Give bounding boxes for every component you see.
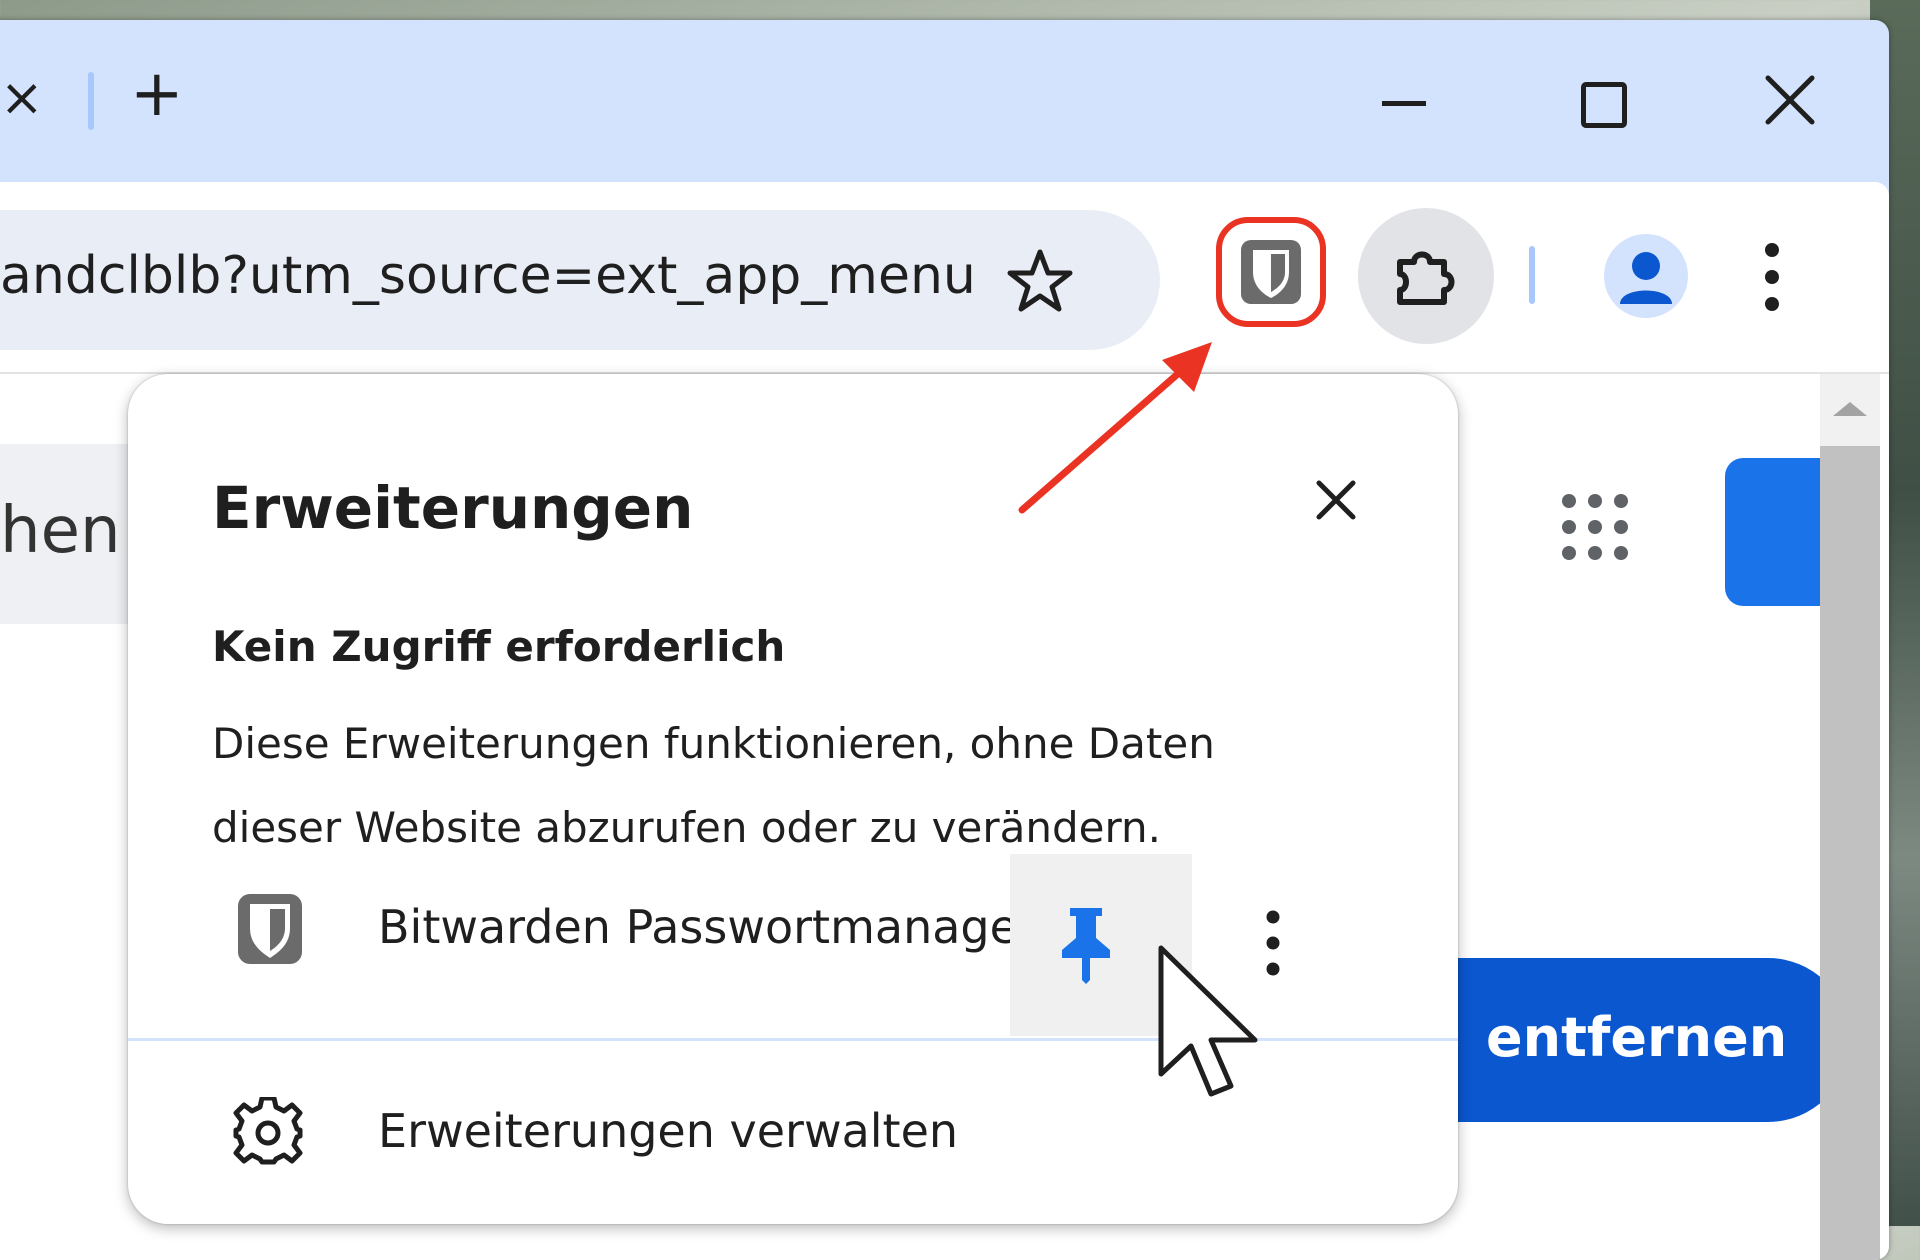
popup-close-icon[interactable]: [1316, 480, 1356, 520]
bookmark-star-icon[interactable]: [1005, 246, 1075, 316]
apps-grid-icon[interactable]: [1560, 492, 1630, 562]
profile-avatar[interactable]: [1604, 234, 1688, 318]
browser-window: × + andclblb?utm_source=ext_app_menu hen…: [0, 20, 1889, 1260]
extension-more-icon[interactable]: [1266, 910, 1280, 976]
tab-separator: [88, 72, 94, 130]
pin-icon: [1062, 908, 1110, 984]
url-text[interactable]: andclblb?utm_source=ext_app_menu: [0, 246, 976, 306]
toolbar-separator: [1529, 246, 1535, 304]
minimize-icon[interactable]: [1382, 101, 1426, 106]
puzzle-piece-icon: [1397, 251, 1455, 305]
section-description: Diese Erweiterungen funktionieren, ohne …: [212, 719, 1215, 852]
manage-extensions-label: Erweiterungen verwalten: [378, 1104, 959, 1158]
gear-icon: [233, 1097, 303, 1165]
extension-name: Bitwarden Passwortmanager: [378, 900, 1037, 954]
popup-title: Erweiterungen: [212, 474, 694, 542]
remove-button-label: entfernen: [1486, 1006, 1788, 1069]
bitwarden-shield-icon: [1241, 240, 1301, 304]
tab-close-icon[interactable]: ×: [0, 72, 44, 124]
remove-from-chrome-button[interactable]: entfernen: [1430, 958, 1850, 1122]
page-chip-label: hen: [0, 494, 121, 568]
page-sign-in-button[interactable]: [1725, 458, 1835, 606]
maximize-icon[interactable]: [1581, 82, 1627, 128]
bitwarden-shield-icon: [238, 894, 302, 964]
new-tab-button[interactable]: +: [130, 62, 184, 126]
close-window-icon[interactable]: [1762, 72, 1818, 128]
browser-menu-icon[interactable]: [1764, 242, 1780, 312]
scroll-up-arrow-icon[interactable]: [1833, 402, 1867, 416]
person-icon: [1620, 252, 1672, 304]
page-scrollbar[interactable]: [1820, 374, 1880, 1260]
section-heading: Kein Zugriff erforderlich: [212, 622, 786, 671]
extensions-menu-button[interactable]: [1358, 208, 1494, 344]
bitwarden-extension-button[interactable]: [1216, 217, 1326, 327]
mouse-cursor-icon: [1158, 945, 1258, 1097]
tab-strip: × +: [0, 20, 1889, 182]
address-bar[interactable]: andclblb?utm_source=ext_app_menu: [0, 210, 1160, 350]
